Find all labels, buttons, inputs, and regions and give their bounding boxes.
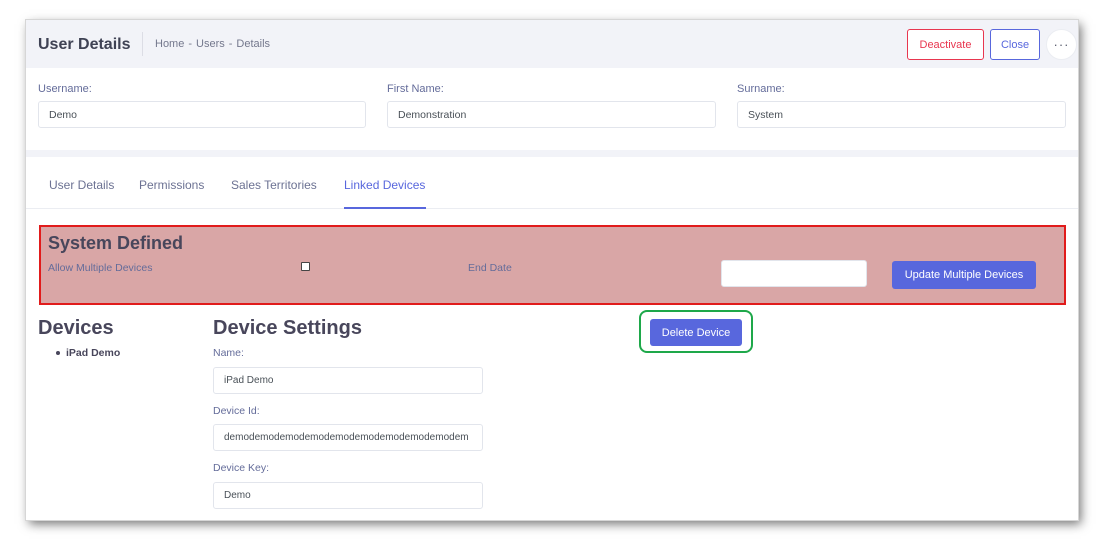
allow-multiple-devices-checkbox[interactable] (301, 262, 310, 271)
surname-label: Surname: (737, 83, 785, 95)
device-name-label: Name: (213, 347, 244, 359)
device-name[interactable]: iPad Demo (66, 347, 120, 359)
breadcrumb: Home - Users - Details (155, 38, 270, 50)
system-defined-section: System Defined Allow Multiple Devices En… (39, 225, 1066, 305)
tab-linked-devices[interactable]: Linked Devices (344, 178, 425, 192)
device-id-label: Device Id: (213, 405, 260, 417)
tab-user-details[interactable]: User Details (49, 178, 114, 192)
username-input[interactable] (38, 101, 366, 128)
surname-input[interactable] (737, 101, 1066, 128)
device-name-input[interactable] (213, 367, 483, 394)
first-name-label: First Name: (387, 83, 444, 95)
breadcrumb-details: Details (236, 38, 271, 50)
end-date-input[interactable] (721, 260, 867, 287)
tab-permissions[interactable]: Permissions (139, 178, 204, 192)
breadcrumb-home[interactable]: Home (155, 38, 184, 50)
delete-device-button[interactable]: Delete Device (650, 319, 742, 346)
system-defined-title: System Defined (48, 233, 184, 253)
user-fields-card: Username: First Name: Surname: (26, 68, 1078, 150)
device-key-label: Device Key: (213, 462, 270, 474)
delete-device-highlight: Delete Device (639, 310, 753, 353)
username-label: Username: (38, 83, 92, 95)
close-button[interactable]: Close (990, 29, 1040, 60)
breadcrumb-users[interactable]: Users (196, 38, 225, 50)
list-item[interactable]: iPad Demo (56, 347, 120, 359)
end-date-label: End Date (468, 262, 512, 274)
device-settings-title: Device Settings (213, 317, 362, 339)
breadcrumb-separator: - (188, 38, 193, 50)
bullet-icon (56, 351, 60, 355)
deactivate-button[interactable]: Deactivate (907, 29, 984, 60)
allow-multiple-devices-label: Allow Multiple Devices (48, 262, 153, 274)
header-divider (142, 32, 143, 56)
subheader: User Details Home - Users - Details Deac… (26, 20, 1078, 68)
tab-sales-territories[interactable]: Sales Territories (231, 178, 317, 192)
device-key-input[interactable] (213, 482, 483, 509)
update-multiple-devices-button[interactable]: Update Multiple Devices (892, 261, 1036, 289)
tab-bar: User Details Permissions Sales Territori… (26, 157, 1078, 209)
breadcrumb-separator: - (228, 38, 233, 50)
active-tab-indicator (344, 207, 426, 209)
linked-devices-card: User Details Permissions Sales Territori… (26, 157, 1078, 520)
first-name-input[interactable] (387, 101, 716, 128)
more-options-icon[interactable]: ··· (1046, 29, 1077, 60)
device-id-input[interactable] (213, 424, 483, 451)
devices-title: Devices (38, 317, 114, 339)
page-title: User Details (38, 36, 131, 53)
app-window: User Details Home - Users - Details Deac… (26, 20, 1078, 520)
